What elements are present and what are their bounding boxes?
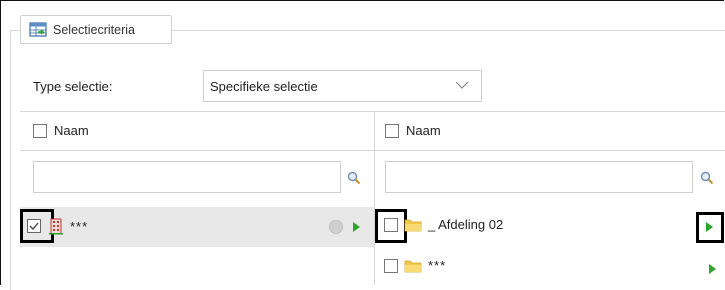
right-search-input[interactable] — [385, 161, 693, 193]
left-row-checkbox[interactable] — [27, 219, 41, 233]
checkmark-icon — [29, 222, 39, 231]
right-column-header: Naam — [385, 123, 441, 138]
right-row-checkbox[interactable] — [384, 258, 398, 273]
section-border — [10, 30, 20, 31]
section-border-left — [10, 30, 11, 290]
right-row-name: *** — [428, 258, 447, 273]
left-select-all-checkbox[interactable] — [33, 123, 47, 138]
column-divider — [374, 111, 375, 285]
list-item[interactable]: *** — [384, 258, 446, 273]
expand-arrow-icon[interactable] — [709, 264, 716, 274]
left-row-name: *** — [70, 218, 89, 234]
chevron-down-icon[interactable] — [455, 80, 469, 90]
building-icon — [49, 218, 63, 235]
search-icon[interactable] — [700, 171, 714, 185]
right-row-checkbox[interactable] — [384, 217, 398, 232]
left-column-header: Naam — [33, 123, 89, 138]
filter-table-icon — [29, 21, 47, 37]
list-item[interactable]: *** — [27, 217, 88, 235]
folder-icon — [404, 260, 422, 272]
right-select-all-checkbox[interactable] — [385, 123, 399, 138]
type-selectie-dropdown[interactable]: Specifieke selectie — [203, 70, 482, 102]
selectiecriteria-tab[interactable]: Selectiecriteria — [20, 15, 172, 44]
folder-icon — [404, 219, 422, 231]
left-search-input[interactable] — [33, 161, 341, 193]
list-item[interactable]: _ Afdeling 02 — [384, 217, 503, 232]
expand-arrow-icon[interactable] — [353, 222, 360, 232]
selection-grid — [20, 111, 725, 285]
expand-arrow-icon[interactable] — [706, 222, 713, 232]
left-header-label: Naam — [54, 123, 89, 138]
type-selectie-label: Type selectie: — [33, 79, 113, 94]
status-circle-icon — [329, 220, 343, 234]
right-header-label: Naam — [406, 123, 441, 138]
search-icon[interactable] — [347, 171, 361, 185]
header-separator — [20, 150, 725, 151]
tab-label: Selectiecriteria — [53, 22, 135, 37]
type-selectie-value: Specifieke selectie — [210, 78, 318, 94]
section-border-top — [171, 30, 725, 31]
right-row-name: _ Afdeling 02 — [428, 217, 504, 232]
